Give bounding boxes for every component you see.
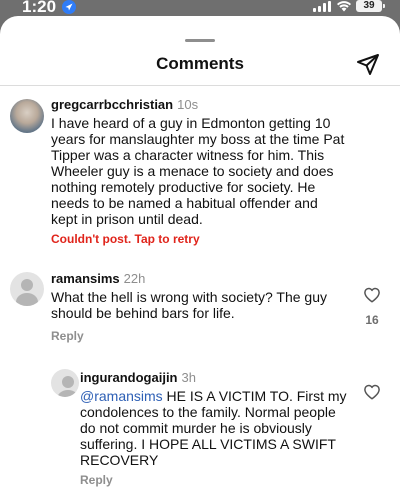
comment-time: 10s bbox=[177, 97, 199, 112]
send-icon[interactable] bbox=[356, 52, 380, 76]
username-text[interactable]: gregcarrbcchristian bbox=[51, 97, 173, 112]
comment-line: I have heard of a guy in Edmonton gettin… bbox=[51, 115, 331, 131]
comment-username[interactable]: gregcarrbcchristian 10s bbox=[51, 97, 198, 112]
comment-line: @ramansims HE IS A VICTIM TO. First my bbox=[80, 388, 355, 404]
sheet-grabber[interactable] bbox=[185, 39, 215, 42]
user-mention-link[interactable]: @ramansims bbox=[80, 388, 163, 404]
comment-line: suffering. I HOPE ALL VICTIMS A SWIFT bbox=[80, 436, 336, 452]
comment-line: RECOVERY bbox=[80, 452, 159, 468]
comment-line: needs to be named a habitual offender an… bbox=[51, 195, 318, 211]
comment-line: Tipper was a character witness for him. … bbox=[51, 147, 325, 163]
comment-line: What the hell is wrong with society? The… bbox=[51, 289, 327, 305]
like-count: 16 bbox=[365, 313, 379, 327]
comment-username[interactable]: ramansims 22h bbox=[51, 271, 145, 286]
heart-icon[interactable] bbox=[363, 383, 381, 401]
comment-line-text: HE IS A VICTIM TO. First my bbox=[162, 388, 347, 404]
comment-time: 3h bbox=[181, 370, 196, 385]
comment-line: do not commit murder he is obviously bbox=[80, 420, 312, 436]
comment-line: Wheeler guy is a menace to society and d… bbox=[51, 163, 334, 179]
reply-button[interactable]: Reply bbox=[51, 329, 84, 343]
retry-post-button[interactable]: Couldn't post. Tap to retry bbox=[51, 232, 200, 246]
avatar[interactable] bbox=[10, 99, 44, 133]
comment-text: What the hell is wrong with society? The… bbox=[51, 289, 351, 321]
comments-sheet: Comments gregcarrbcchristian 10s I have h… bbox=[0, 16, 400, 500]
comment-line: should be behind bars for life. bbox=[51, 305, 235, 321]
username-text[interactable]: ramansims bbox=[51, 271, 120, 286]
location-arrow-icon bbox=[62, 0, 76, 14]
status-time: 1:20 bbox=[22, 0, 57, 16]
comment-line: condolences to the family. Normal people bbox=[80, 404, 336, 420]
header-divider bbox=[0, 85, 400, 86]
battery-indicator: 39 bbox=[356, 0, 385, 12]
wifi-icon bbox=[337, 1, 351, 12]
comment-username[interactable]: ingurandogaijin 3h bbox=[80, 370, 196, 385]
comment-line: nothing remotely productive for society.… bbox=[51, 179, 316, 195]
cellular-signal-icon bbox=[313, 1, 331, 12]
username-text[interactable]: ingurandogaijin bbox=[80, 370, 178, 385]
comment-time: 22h bbox=[123, 271, 146, 286]
heart-icon[interactable] bbox=[363, 286, 381, 304]
comment-text: I have heard of a guy in Edmonton gettin… bbox=[51, 115, 391, 227]
avatar[interactable] bbox=[51, 369, 79, 397]
comment-line: kept in prison until dead. bbox=[51, 211, 203, 227]
sheet-title: Comments bbox=[156, 54, 244, 73]
avatar[interactable] bbox=[10, 272, 44, 306]
comment-text: @ramansims HE IS A VICTIM TO. First my c… bbox=[80, 388, 355, 468]
comment-line: years for manslaughter my boss at the ti… bbox=[51, 131, 345, 147]
reply-button[interactable]: Reply bbox=[80, 473, 113, 487]
